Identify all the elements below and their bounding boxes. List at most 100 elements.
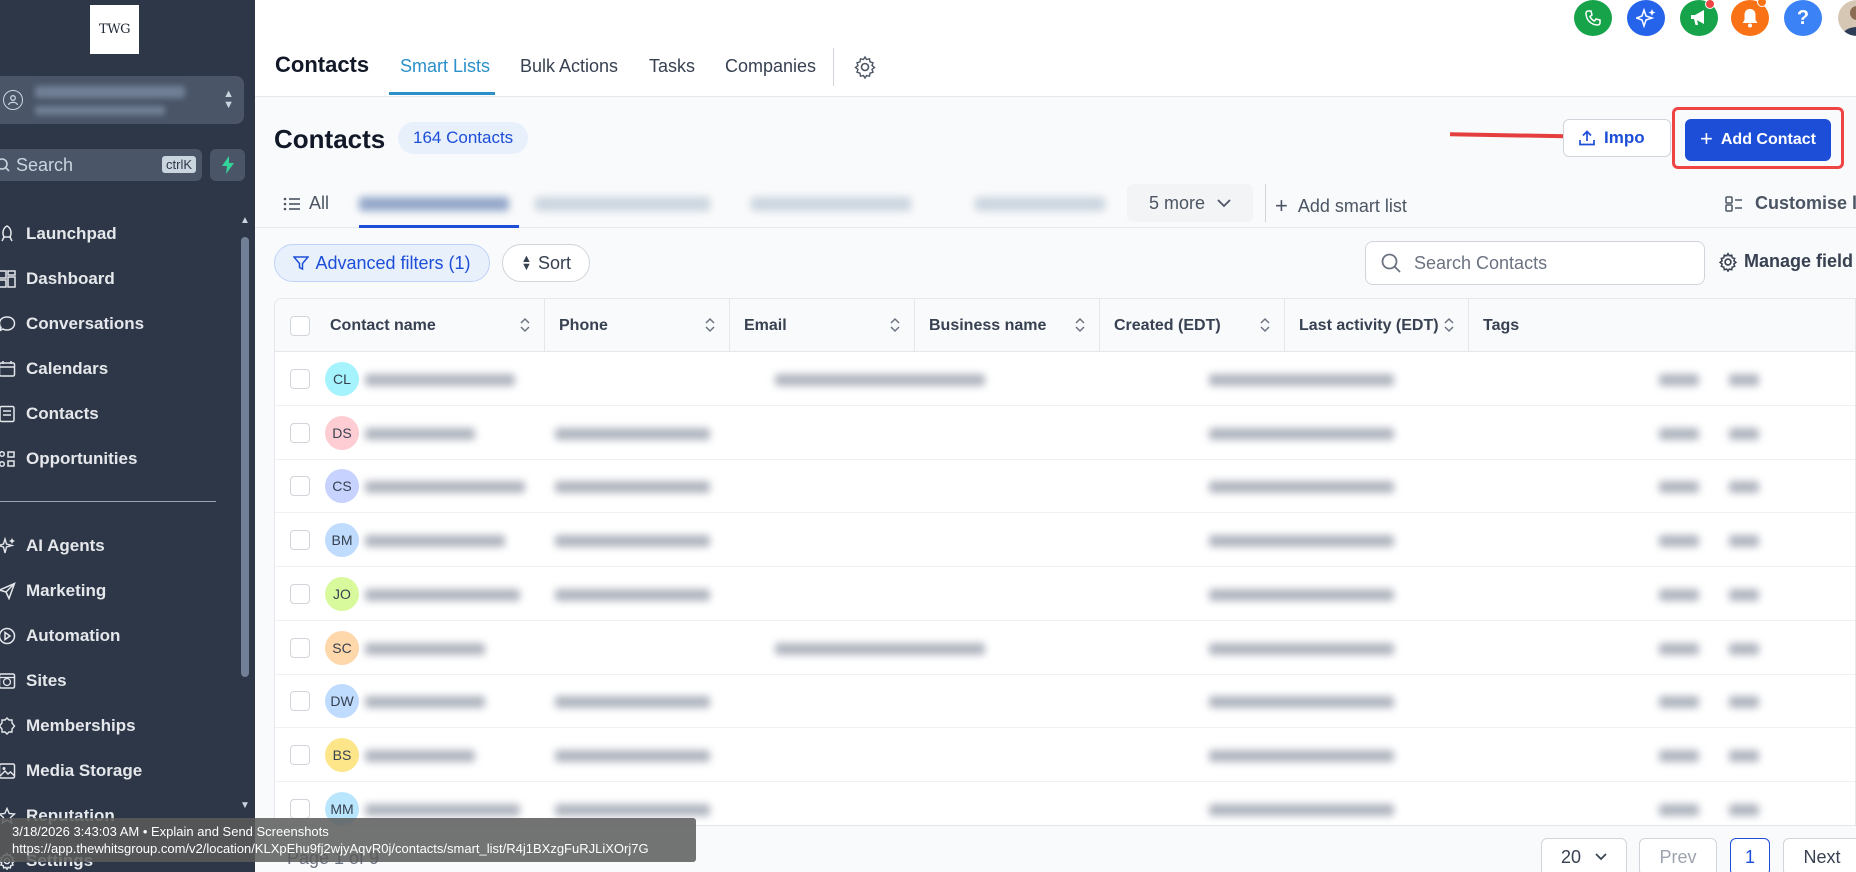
user-icon <box>3 90 23 110</box>
sidebar-item-memberships[interactable]: Memberships <box>0 711 136 741</box>
phone-button[interactable] <box>1574 0 1612 36</box>
smart-list-all-label: All <box>309 193 330 213</box>
sort-arrows-icon[interactable] <box>1260 317 1270 338</box>
blurred-cell-value <box>1729 588 1759 601</box>
tooltip-line-1: 3/18/2026 3:43:03 AM • Explain and Send … <box>12 824 329 839</box>
blurred-cell-value <box>1729 481 1759 494</box>
search-contacts-field[interactable] <box>1365 241 1705 285</box>
sort-arrows-icon[interactable] <box>890 317 900 338</box>
table-row[interactable]: CL <box>275 352 1855 406</box>
column-header-tags[interactable]: Tags <box>1469 299 1769 352</box>
page-1-button[interactable]: 1 <box>1730 838 1770 872</box>
smart-list-tab-blurred[interactable] <box>535 197 710 211</box>
company-logo[interactable]: TWG <box>90 5 139 54</box>
sidebar-item-opportunities[interactable]: Opportunities <box>0 444 137 474</box>
column-header-label: Email <box>744 316 787 334</box>
table-row[interactable]: BM <box>275 513 1855 568</box>
sidebar-scrollbar[interactable]: ▲ ▼ <box>238 215 252 815</box>
sort-arrows-icon[interactable] <box>1444 317 1454 338</box>
scroll-up-icon[interactable]: ▲ <box>240 215 250 226</box>
help-button[interactable]: ? <box>1784 0 1822 36</box>
sidebar-item-conversations[interactable]: Conversations <box>0 309 144 339</box>
customise-list-button[interactable]: Customise l <box>1725 193 1856 214</box>
sidebar-item-marketing[interactable]: Marketing <box>0 576 106 606</box>
select-all-cell <box>275 299 325 352</box>
smart-list-tab-blurred[interactable] <box>975 197 1105 211</box>
row-checkbox[interactable] <box>290 637 310 658</box>
opportunities-icon <box>0 450 18 468</box>
row-checkbox[interactable] <box>290 691 310 712</box>
customise-label: Customise l <box>1755 193 1856 213</box>
sidebar-item-media-storage[interactable]: Media Storage <box>0 756 142 786</box>
announcements-button[interactable] <box>1680 0 1718 36</box>
settings-gear-icon[interactable] <box>853 55 877 84</box>
badge-icon <box>0 717 18 735</box>
sidebar-item-label: Memberships <box>26 716 136 735</box>
row-checkbox[interactable] <box>290 369 310 389</box>
quick-action-button[interactable] <box>210 149 245 181</box>
search-contacts-input[interactable] <box>1414 252 1674 274</box>
blurred-cell-value <box>1659 696 1699 709</box>
scroll-thumb[interactable] <box>241 237 249 677</box>
avatar: DS <box>325 415 359 450</box>
select-all-checkbox[interactable] <box>290 315 310 336</box>
prev-page-button[interactable]: Prev <box>1639 838 1717 872</box>
blurred-cell-value <box>555 588 710 601</box>
sort-arrows-icon[interactable] <box>705 317 715 338</box>
ai-assistant-button[interactable] <box>1627 0 1665 36</box>
table-row[interactable]: BS <box>275 728 1855 782</box>
more-smart-lists-dropdown[interactable]: 5 more <box>1127 184 1253 222</box>
sidebar-item-automation[interactable]: Automation <box>0 621 120 651</box>
sidebar-item-ai-agents[interactable]: AI Agents <box>0 531 105 561</box>
advanced-filters-button[interactable]: Advanced filters (1) <box>274 244 490 282</box>
table-row[interactable]: CS <box>275 459 1855 514</box>
per-page-select[interactable]: 20 <box>1541 838 1627 872</box>
sidebar-search[interactable]: Search ctrlK <box>0 149 202 181</box>
tab-companies[interactable]: Companies <box>725 56 816 77</box>
sidebar-item-calendars[interactable]: Calendars <box>0 354 108 384</box>
column-header-created-edt[interactable]: Created (EDT) <box>1100 299 1285 352</box>
sort-button[interactable]: ▲ ▼ Sort <box>502 244 590 282</box>
column-header-last-activity-edt[interactable]: Last activity (EDT) <box>1285 299 1469 352</box>
sidebar-item-sites[interactable]: Sites <box>0 666 67 696</box>
smart-list-all[interactable]: All <box>283 193 329 214</box>
table-header: Contact name Phone Email Business name Creat… <box>275 299 1855 352</box>
table-row[interactable]: DS <box>275 406 1855 460</box>
tab-bulk-actions[interactable]: Bulk Actions <box>520 56 618 77</box>
next-page-button[interactable]: Next <box>1783 838 1856 872</box>
tab-smart-lists[interactable]: Smart Lists <box>400 56 490 77</box>
chevron-down-icon <box>1217 198 1231 207</box>
row-checkbox[interactable] <box>290 422 310 443</box>
sort-arrows-icon[interactable] <box>1075 317 1085 338</box>
sidebar-item-contacts[interactable]: Contacts <box>0 399 99 429</box>
row-checkbox[interactable] <box>290 530 310 551</box>
blurred-cell-value <box>555 535 710 548</box>
account-switcher[interactable]: ▲ ▼ <box>0 76 244 124</box>
column-header-contact-name[interactable]: Contact name <box>325 299 545 352</box>
row-checkbox[interactable] <box>290 583 310 604</box>
smart-list-tab-blurred[interactable] <box>751 197 911 211</box>
row-checkbox[interactable] <box>290 476 310 497</box>
scroll-down-icon[interactable]: ▼ <box>240 800 250 811</box>
row-checkbox[interactable] <box>290 798 310 819</box>
sort-arrows-icon[interactable] <box>520 317 530 338</box>
table-row[interactable]: DW <box>275 674 1855 729</box>
user-avatar[interactable] <box>1838 0 1856 36</box>
smart-list-tab-blurred[interactable] <box>359 197 509 211</box>
column-header-email[interactable]: Email <box>730 299 915 352</box>
row-checkbox[interactable] <box>290 744 310 765</box>
list-icon <box>283 197 300 210</box>
column-header-phone[interactable]: Phone <box>545 299 730 352</box>
notifications-button[interactable] <box>1731 0 1769 36</box>
column-header-business-name[interactable]: Business name <box>915 299 1100 352</box>
sidebar-item-dashboard[interactable]: Dashboard <box>0 264 115 294</box>
blurred-cell-value <box>1209 588 1394 601</box>
import-button[interactable]: Impo <box>1563 119 1671 157</box>
tab-tasks[interactable]: Tasks <box>649 56 695 77</box>
table-row[interactable]: SC <box>275 621 1855 675</box>
table-row[interactable]: JO <box>275 567 1855 621</box>
sidebar-item-launchpad[interactable]: Launchpad <box>0 219 117 249</box>
add-smart-list-button[interactable]: + Add smart list <box>1275 193 1407 219</box>
manage-fields-button[interactable]: Manage field <box>1718 251 1853 272</box>
blurred-cell-value <box>365 374 515 386</box>
